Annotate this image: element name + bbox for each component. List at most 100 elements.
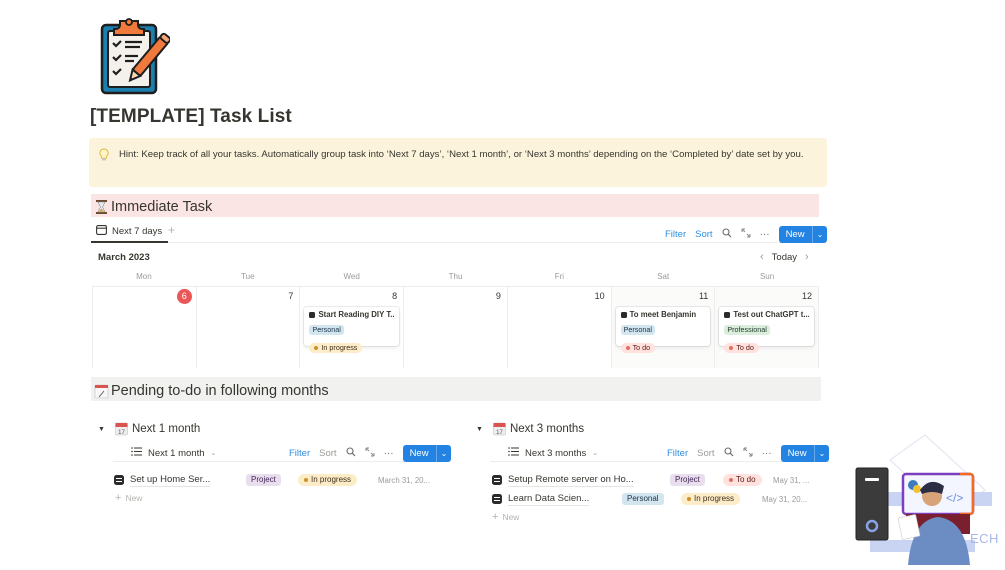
expand-icon[interactable] (743, 447, 753, 460)
group-title: Next 3 months (509, 423, 585, 435)
group-next-1-month-header[interactable]: ▼ 17 Next 1 month (98, 422, 200, 436)
calendar-day-cell[interactable]: 6 (93, 287, 197, 368)
category-tag: Project (246, 474, 281, 486)
task-title: Start Reading DIY T... (318, 310, 395, 319)
status-badge: To do (723, 474, 762, 486)
sort-button[interactable]: Sort (695, 229, 712, 240)
clipboard-checklist-icon[interactable] (98, 15, 172, 97)
calendar-day-cell[interactable]: 12 Test out ChatGPT t... Professional To… (715, 287, 820, 368)
page-icon (620, 311, 627, 318)
calendar-day-cell[interactable]: 7 (197, 287, 301, 368)
view-tab-label: Next 1 month (148, 447, 205, 459)
new-button[interactable]: New ⌄ (778, 226, 828, 243)
calendar-spiral-icon (94, 383, 109, 399)
add-new-row-button[interactable]: + New (492, 511, 519, 523)
weekday-label: Tue (241, 272, 255, 281)
status-badge: To do (620, 343, 656, 353)
row-title[interactable]: Setup Remote server on Ho... (508, 474, 634, 487)
day-number: 10 (594, 291, 605, 301)
chevron-left-icon[interactable]: ‹ (760, 251, 764, 263)
calendar-navigation: ‹ Today › (760, 251, 809, 263)
calendar-day-cell[interactable]: 10 (508, 287, 612, 368)
pending-heading: Pending to-do in following months (91, 377, 821, 401)
svg-text:17: 17 (118, 430, 125, 436)
task-card[interactable]: To meet Benjamin Personal To do (615, 307, 711, 353)
status-badge: In progress (309, 343, 363, 353)
hourglass-icon (94, 199, 109, 215)
group-next-3-months-header[interactable]: ▼ 17 Next 3 months (476, 422, 584, 436)
weekday-header: Mon Tue Wed Thu Fri Sat Sun (92, 272, 819, 281)
status-badge: In progress (681, 493, 741, 505)
hint-callout: Hint: Keep track of all your tasks. Auto… (89, 138, 827, 187)
more-options-icon[interactable]: ··· (760, 229, 770, 240)
new-button[interactable]: New ⌄ (780, 445, 830, 462)
calendar-17-icon: 17 (493, 422, 506, 436)
calendar-day-cell[interactable]: 11 To meet Benjamin Personal To do (611, 287, 716, 368)
new-button-label: New (781, 445, 815, 462)
list-row[interactable]: Set up Home Ser... Project In progress M… (114, 471, 444, 489)
list-icon (508, 447, 519, 459)
view-tab-next-3-months[interactable]: Next 3 months ⌄ (508, 447, 598, 459)
category-tag: Personal (309, 325, 344, 335)
toggle-triangle-icon[interactable]: ▼ (476, 426, 483, 433)
category-tag: Project (670, 474, 705, 486)
chevron-down-icon[interactable]: ⌄ (815, 445, 830, 462)
calendar-day-cell[interactable]: 8 Start Reading DIY T... Personal In pro… (300, 287, 405, 368)
day-number: 8 (392, 291, 398, 301)
task-title: Test out ChatGPT t... (733, 310, 810, 319)
new-button[interactable]: New ⌄ (402, 445, 452, 462)
add-view-button[interactable]: + (168, 223, 175, 237)
task-page-icon (114, 475, 124, 485)
add-new-row-button[interactable]: + New (115, 492, 142, 504)
calendar-grid: 6 7 8 Start Reading DIY T... Personal In… (92, 286, 820, 368)
row-title[interactable]: Learn Data Scien... (508, 493, 590, 506)
day-number: 11 (698, 291, 709, 301)
weekday-label: Sat (657, 272, 670, 281)
task-page-icon (492, 475, 502, 485)
task-card[interactable]: Start Reading DIY T... Personal In progr… (304, 307, 400, 353)
svg-text:17: 17 (496, 430, 503, 436)
chevron-down-icon[interactable]: ⌄ (813, 226, 828, 243)
chevron-right-icon[interactable]: › (805, 251, 809, 263)
weekday-label: Wed (343, 272, 360, 281)
svg-text:</>: </> (946, 491, 963, 505)
more-options-icon[interactable]: ··· (384, 448, 394, 459)
day-number-today: 6 (176, 289, 192, 304)
new-button-label: New (403, 445, 437, 462)
lightbulb-icon (99, 148, 109, 162)
developer-illustration: </> ECH (850, 430, 1005, 565)
chevron-down-icon: ⌄ (592, 450, 599, 457)
chevron-down-icon[interactable]: ⌄ (437, 445, 452, 462)
more-options-icon[interactable]: ··· (762, 448, 772, 459)
add-new-label: New (502, 512, 520, 522)
calendar-day-cell[interactable]: 9 (404, 287, 508, 368)
day-number: 9 (495, 291, 501, 301)
calendar-month-label: March 2023 (98, 252, 150, 263)
row-title[interactable]: Set up Home Ser... (130, 474, 211, 487)
hint-text: Hint: Keep track of all your tasks. Auto… (119, 149, 804, 160)
expand-icon[interactable] (741, 228, 751, 241)
list-row[interactable]: Setup Remote server on Ho... Project To … (492, 471, 822, 489)
today-button[interactable]: Today (772, 252, 797, 263)
calendar-view-icon (96, 225, 107, 238)
toggle-triangle-icon[interactable]: ▼ (98, 426, 105, 433)
task-card[interactable]: Test out ChatGPT t... Professional To do (719, 307, 815, 353)
filter-button[interactable]: Filter (667, 448, 688, 459)
expand-icon[interactable] (365, 447, 375, 460)
list-toolbar: Filter Sort ··· New ⌄ (667, 445, 830, 462)
plus-icon: + (115, 492, 122, 504)
list-icon (131, 447, 142, 459)
search-icon[interactable] (724, 447, 734, 460)
search-icon[interactable] (346, 447, 356, 460)
tab-next-7-days[interactable]: Next 7 days (96, 225, 162, 238)
view-tab-next-1-month[interactable]: Next 1 month ⌄ (131, 447, 216, 459)
list-row[interactable]: Learn Data Scien... Personal In progress… (492, 490, 822, 508)
watermark-text: ECH (970, 531, 999, 546)
row-date: March 31, 20... (378, 475, 431, 485)
search-icon[interactable] (722, 228, 732, 241)
filter-button[interactable]: Filter (289, 448, 310, 459)
filter-button[interactable]: Filter (665, 229, 686, 240)
sort-button[interactable]: Sort (697, 448, 714, 459)
tab-label: Next 7 days (112, 226, 163, 237)
sort-button[interactable]: Sort (319, 448, 336, 459)
